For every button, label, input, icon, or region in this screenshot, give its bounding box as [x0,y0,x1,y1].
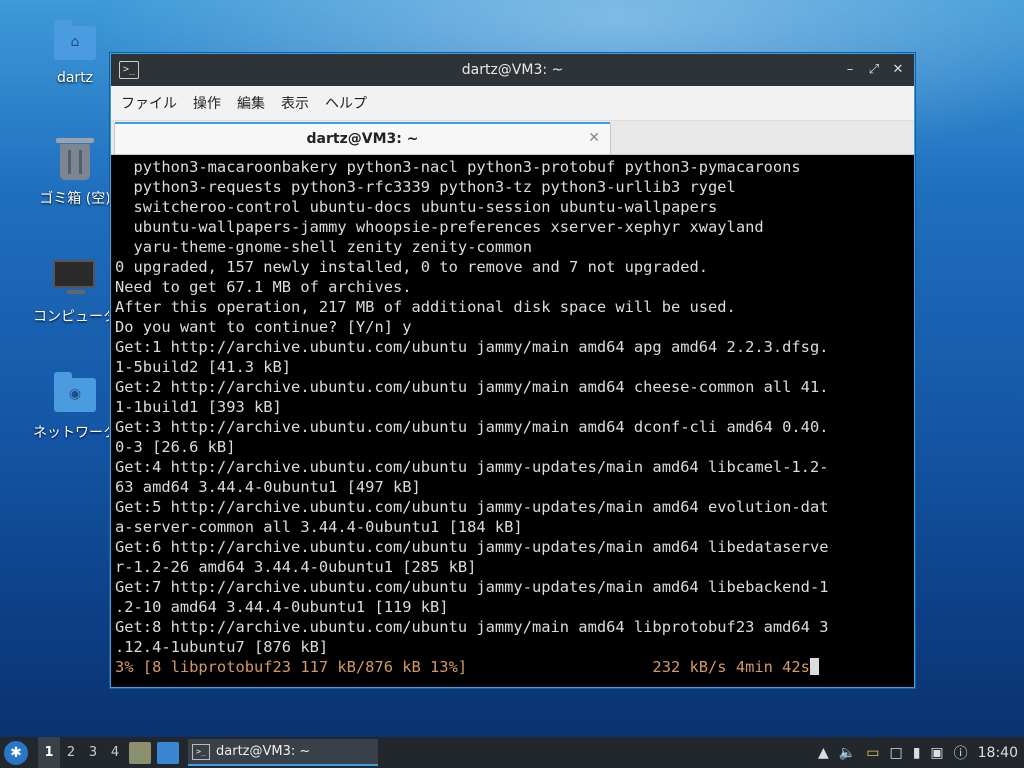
terminal-line: python3-requests python3-rfc3339 python3… [115,178,736,196]
computer-icon [53,256,97,300]
tab-terminal[interactable]: dartz@VM3: ~ ✕ [114,122,611,154]
workspace-4[interactable]: 4 [104,745,126,760]
terminal-cursor [809,658,819,675]
workspace-1[interactable]: 1 [38,737,60,768]
menu-view[interactable]: 表示 [281,93,309,113]
terminal-icon: >_ [192,743,210,760]
task-label: dartz@VM3: ~ [216,744,311,759]
terminal-line: 1-5build2 [41.3 kB] [115,358,292,376]
show-desktop-icon[interactable] [157,741,179,764]
close-button[interactable]: ✕ [888,60,908,80]
terminal-line: 1-1build1 [393 kB] [115,398,282,416]
terminal-line: python3-macaroonbakery python3-nacl pyth… [115,158,801,176]
info-icon[interactable]: ⓘ [954,743,968,763]
progress-text: 3% [8 libprotobuf23 117 kB/876 kB 13%] 2… [115,658,810,676]
tab-bar: dartz@VM3: ~ ✕ [111,121,914,155]
terminal-line: Do you want to continue? [Y/n] y [115,318,412,336]
terminal-line: Need to get 67.1 MB of archives. [115,278,412,296]
taskbar: ✱ 1 2 3 4 >_ dartz@VM3: ~ ▲ 🔈 ▭ □ ▮ ▣ ⓘ … [0,737,1024,768]
maximize-button[interactable]: ⤢ [864,60,884,80]
terminal-line: 0 upgraded, 157 newly installed, 0 to re… [115,258,709,276]
menubar: ファイル 操作 編集 表示 ヘルプ [111,86,914,121]
terminal-line: switcheroo-control ubuntu-docs ubuntu-se… [115,198,718,216]
home-folder-icon: ⌂ [53,20,97,64]
terminal-line: a-server-common all 3.44.4-0ubuntu1 [184… [115,518,523,536]
window-titlebar[interactable]: >_ dartz@VM3: ~ – ⤢ ✕ [111,54,914,86]
volume-icon[interactable]: 🔈 [839,745,856,761]
terminal-line: .2-10 amd64 3.44.4-0ubuntu1 [119 kB] [115,598,449,616]
menu-actions[interactable]: 操作 [193,93,221,113]
terminal-line: Get:8 http://archive.ubuntu.com/ubuntu j… [115,618,829,636]
tab-close-icon[interactable]: ✕ [588,130,600,146]
terminal-icon: >_ [119,61,139,79]
workspace-3[interactable]: 3 [82,745,104,760]
battery-icon[interactable]: ▮ [913,745,921,761]
lubuntu-start-icon[interactable]: ✱ [4,740,28,765]
terminal-line: Get:5 http://archive.ubuntu.com/ubuntu j… [115,498,829,516]
file-manager-icon[interactable] [129,741,151,764]
clock[interactable]: 18:40 [978,745,1018,761]
network-icon[interactable]: ▣ [930,745,943,761]
window-title: dartz@VM3: ~ [461,62,564,78]
menu-help[interactable]: ヘルプ [325,93,367,113]
terminal-line: Get:7 http://archive.ubuntu.com/ubuntu j… [115,578,829,596]
minimize-button[interactable]: – [840,60,860,80]
network-folder-icon: ◉ [53,372,97,416]
clipboard-icon[interactable]: ▭ [866,745,879,761]
terminal-line: ubuntu-wallpapers-jammy whoopsie-prefere… [115,218,764,236]
terminal-line: Get:6 http://archive.ubuntu.com/ubuntu j… [115,538,829,556]
terminal-window[interactable]: >_ dartz@VM3: ~ – ⤢ ✕ ファイル 操作 編集 表示 ヘルプ … [110,53,915,688]
menu-file[interactable]: ファイル [121,93,177,113]
notes-icon[interactable]: □ [889,745,902,761]
terminal-line: 63 amd64 3.44.4-0ubuntu1 [497 kB] [115,478,421,496]
update-notifier-icon[interactable]: ▲ [818,745,829,761]
terminal-line: After this operation, 217 MB of addition… [115,298,736,316]
menu-edit[interactable]: 編集 [237,93,265,113]
terminal-line: 0-3 [26.6 kB] [115,438,236,456]
terminal-output[interactable]: python3-macaroonbakery python3-nacl pyth… [111,155,912,685]
tab-label: dartz@VM3: ~ [306,131,419,147]
terminal-line: yaru-theme-gnome-shell zenity zenity-com… [115,238,532,256]
workspace-2[interactable]: 2 [60,745,82,760]
trash-icon [53,138,97,182]
terminal-line: .12.4-1ubuntu7 [876 kB] [115,638,329,656]
terminal-line: Get:2 http://archive.ubuntu.com/ubuntu j… [115,378,829,396]
terminal-line: Get:3 http://archive.ubuntu.com/ubuntu j… [115,418,829,436]
taskbar-task-terminal[interactable]: >_ dartz@VM3: ~ [188,739,378,766]
system-tray: ▲ 🔈 ▭ □ ▮ ▣ ⓘ 18:40 [813,737,1024,768]
progress-line: 3% [8 libprotobuf23 117 kB/876 kB 13%] 2… [115,657,912,677]
terminal-line: Get:4 http://archive.ubuntu.com/ubuntu j… [115,458,829,476]
terminal-line: r-1.2-26 amd64 3.44.4-0ubuntu1 [285 kB] [115,558,477,576]
terminal-line: Get:1 http://archive.ubuntu.com/ubuntu j… [115,338,829,356]
